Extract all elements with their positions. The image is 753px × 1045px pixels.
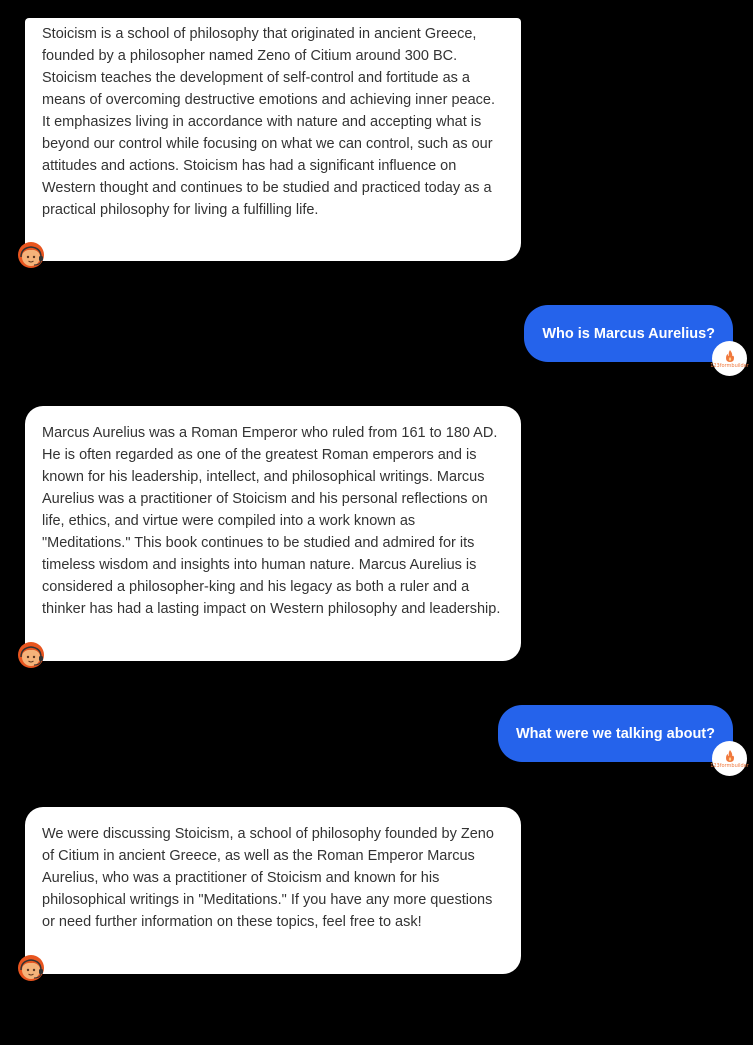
user-message: What were we talking about? xyxy=(498,705,733,762)
flame-logo-icon: 123formbuilder xyxy=(710,741,749,776)
logo-wordmark: 123formbuilder xyxy=(710,362,749,369)
support-agent-icon xyxy=(16,640,46,670)
flame-logo-icon: 123formbuilder xyxy=(710,341,749,376)
bot-message: We were discussing Stoicism, a school of… xyxy=(25,807,521,974)
bot-message: Stoicism is a school of philosophy that … xyxy=(25,18,521,261)
support-agent-icon xyxy=(16,240,46,270)
bot-message: Marcus Aurelius was a Roman Emperor who … xyxy=(25,406,521,661)
logo-wordmark: 123formbuilder xyxy=(710,762,749,769)
user-message: Who is Marcus Aurelius? xyxy=(524,305,733,362)
support-agent-icon xyxy=(16,953,46,983)
